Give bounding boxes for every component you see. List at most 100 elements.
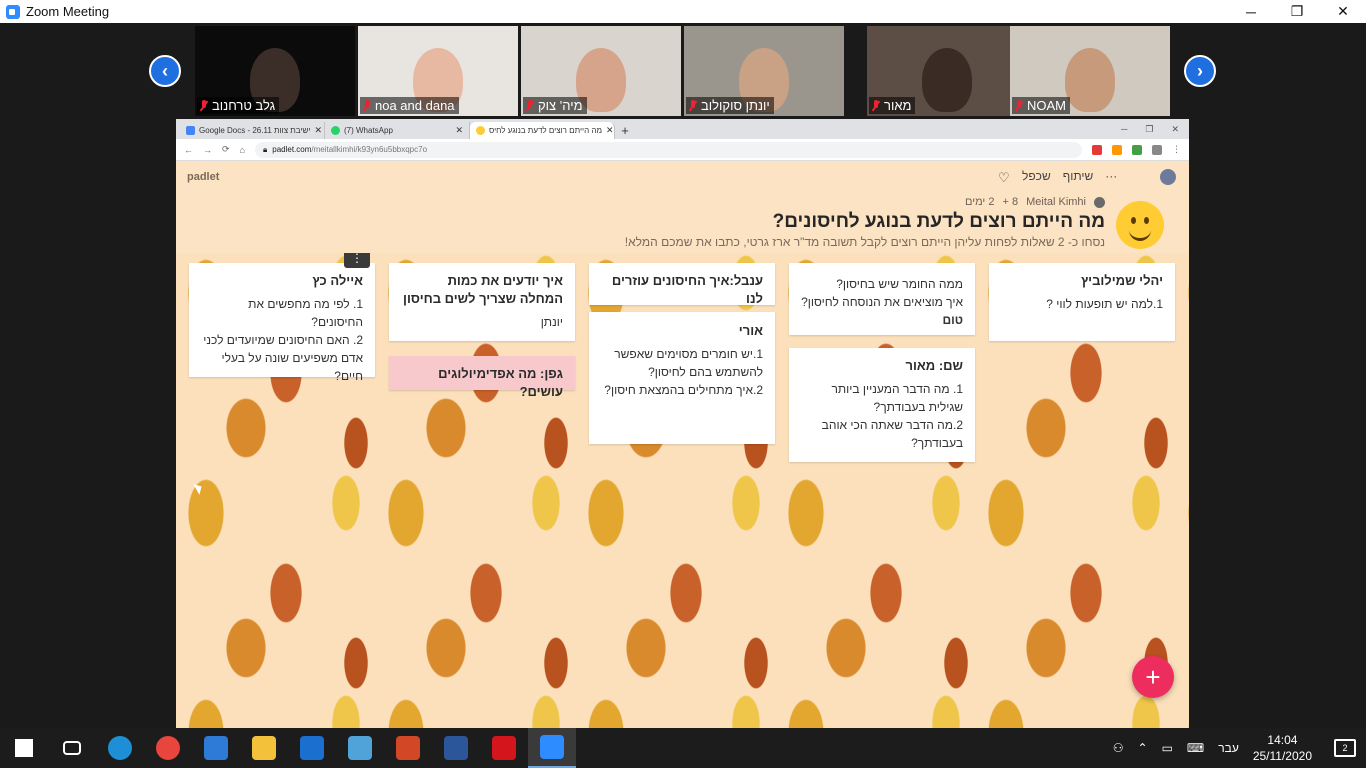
tab-padlet[interactable]: מה הייתם רוצים לדעת בנוגע לחיס ✕: [470, 122, 615, 139]
muted-mic-icon: [688, 99, 698, 112]
taskbar-zoom-button[interactable]: [528, 728, 576, 768]
participant-tile[interactable]: מאור: [867, 26, 1027, 116]
powerpoint-icon: [396, 736, 420, 760]
post-card[interactable]: איך יודעים את כמות המחלה שצריך לשים בחיס…: [389, 263, 575, 341]
smiley-icon: [1116, 201, 1164, 249]
taskbar-explorer-button[interactable]: [240, 728, 288, 768]
participant-name: יונתן סוקולוב: [701, 98, 770, 113]
network-icon[interactable]: ▭: [1162, 741, 1173, 755]
clock[interactable]: 14:04 25/11/2020: [1253, 732, 1312, 764]
keyboard-icon[interactable]: ⌨: [1187, 741, 1204, 755]
padlet-logo[interactable]: padlet: [187, 171, 219, 183]
taskbar-apps: [0, 728, 576, 768]
browser-minimize-icon[interactable]: ─: [1121, 124, 1127, 135]
browser-close-icon[interactable]: ✕: [1171, 124, 1179, 135]
close-tab-icon[interactable]: ✕: [455, 125, 463, 136]
post-line: יונתן: [540, 315, 563, 329]
tab-google-docs[interactable]: Google Docs - 26.11 ישיבת צוות ✕: [180, 122, 325, 139]
post-card[interactable]: ממה החומר שיש בחיסון? איך מוציאים את הנו…: [789, 263, 975, 335]
muted-mic-icon: [362, 99, 372, 112]
back-button[interactable]: ←: [184, 145, 193, 155]
user-avatar[interactable]: [1160, 169, 1176, 185]
participant-name: גלב טרחנוב: [212, 98, 276, 113]
post-card[interactable]: שם: מאור 1. מה הדבר המעניין ביותר שגילית…: [789, 348, 975, 462]
post-title: גפן: מה אפדימיולוגים עושים?: [438, 366, 563, 399]
post-card[interactable]: גפן: מה אפדימיולוגים עושים?: [389, 356, 575, 399]
remake-button[interactable]: שכפל: [1022, 169, 1051, 183]
taskbar-powerpoint-button[interactable]: [384, 728, 432, 768]
tab-label: (7) WhatsApp: [344, 126, 393, 135]
puzzle-icon[interactable]: [1152, 144, 1162, 155]
start-icon: [15, 739, 33, 757]
taskbar-start-button[interactable]: [0, 728, 48, 768]
participant-tile[interactable]: NOAM: [1010, 26, 1170, 116]
restore-button[interactable]: ❐: [1274, 0, 1320, 23]
home-button[interactable]: ⌂: [240, 145, 245, 155]
tab-whatsapp[interactable]: (7) WhatsApp ✕: [325, 122, 470, 139]
meeting-stage: ‹ › גלב טרחנוב noa and dana מיה' צוק יונתן …: [0, 23, 1366, 728]
taskbar-edge-button[interactable]: [96, 728, 144, 768]
edge-icon: [108, 736, 132, 760]
taskbar-acrobat-button[interactable]: [480, 728, 528, 768]
participant-name-label: noa and dana: [360, 97, 459, 114]
participant-tile[interactable]: מיה' צוק: [521, 26, 681, 116]
close-button[interactable]: ✕: [1320, 0, 1366, 23]
add-post-button[interactable]: +: [1132, 656, 1174, 698]
browser-toolbar: ← → ⟳ ⌂ 🔒︎ padlet.com/meitallkimhi/k93yn…: [176, 139, 1189, 161]
browser-restore-icon[interactable]: ❐: [1145, 124, 1153, 135]
post-line: 2. האם החיסונים שמיועדים לכני אדם משפיעי…: [203, 333, 363, 383]
reload-button[interactable]: ⟳: [222, 144, 230, 155]
post-line: איך מוציאים את הנוסחה לחיסון?: [801, 295, 963, 309]
chevron-up-icon[interactable]: ⌃: [1138, 741, 1148, 755]
close-tab-icon[interactable]: ✕: [606, 125, 614, 136]
post-card[interactable]: אורי 1.יש חומרים מסוימים שאפשר להשתמש בה…: [589, 312, 775, 444]
taskbar-paint-button[interactable]: [336, 728, 384, 768]
taskbar-chrome-button[interactable]: [144, 728, 192, 768]
likes-count: 8 +: [1002, 196, 1019, 208]
taskbar-mail-button[interactable]: [288, 728, 336, 768]
post-line: 2.איך מתחילים בהמצאת חיסון?: [604, 383, 763, 397]
taskbar-store-button[interactable]: [192, 728, 240, 768]
padlet-actions: שכפל שיתוף ···: [996, 169, 1117, 183]
paint-icon: [348, 736, 372, 760]
clock-time: 14:04: [1267, 733, 1298, 747]
next-page-button[interactable]: ›: [1184, 55, 1216, 87]
chrome-icon: [156, 736, 180, 760]
people-icon[interactable]: ⚇: [1113, 741, 1124, 755]
taskbar-task-view-button[interactable]: [48, 728, 96, 768]
post-card[interactable]: ענבל:איך החיסונים עוזרים לנו: [589, 263, 775, 306]
minimize-button[interactable]: ─: [1228, 0, 1274, 23]
new-tab-button[interactable]: +: [615, 122, 635, 139]
share-button[interactable]: שיתוף: [1063, 169, 1094, 183]
acrobat-icon: [492, 736, 516, 760]
more-button[interactable]: ···: [1105, 169, 1117, 183]
smiley-icon: [476, 126, 485, 135]
muted-mic-icon: [525, 99, 535, 112]
post-menu-button[interactable]: ⋮: [344, 253, 370, 268]
notifications-button[interactable]: 2: [1334, 739, 1356, 757]
forward-button[interactable]: →: [203, 145, 212, 155]
participant-tile[interactable]: יונתן סוקולוב: [684, 26, 844, 116]
close-tab-icon[interactable]: ✕: [314, 125, 322, 136]
clock-date: 25/11/2020: [1252, 749, 1312, 763]
extension-icon[interactable]: [1132, 144, 1142, 155]
menu-icon[interactable]: ⋮: [1172, 144, 1181, 155]
post-line: ממה החומר שיש בחיסון?: [836, 277, 963, 291]
page-subtitle: נסחו כ- 2 שאלות לפחות עליהן הייתם רוצים …: [624, 235, 1105, 249]
address-bar[interactable]: 🔒︎ padlet.com/meitallkimhi/k93yn6u5bbxqp…: [254, 141, 1082, 158]
taskbar-word-button[interactable]: [432, 728, 480, 768]
extension-icon[interactable]: [1092, 144, 1102, 155]
extension-icon[interactable]: [1112, 144, 1122, 155]
prev-page-button[interactable]: ‹: [149, 55, 181, 87]
participant-video: [922, 48, 972, 112]
post-card[interactable]: יהלי שמילוביץ 1.למה יש תופעות לווי ?: [989, 263, 1175, 341]
participant-tile[interactable]: noa and dana: [358, 26, 518, 116]
taskbar: ⚇ ⌃ ▭ ⌨ עבר 14:04 25/11/2020 2: [0, 728, 1366, 768]
participant-name: noa and dana: [375, 98, 455, 113]
author-avatar: [1094, 196, 1105, 208]
task-view-icon: [63, 741, 81, 755]
language-indicator[interactable]: עבר: [1218, 741, 1239, 755]
post-card[interactable]: איילה כץ 1. לפי מה מחפשים את החיסונים? 2…: [189, 263, 375, 383]
participant-tile[interactable]: גלב טרחנוב: [195, 26, 355, 116]
post-title: ענבל:איך החיסונים עוזרים לנו: [611, 273, 763, 306]
